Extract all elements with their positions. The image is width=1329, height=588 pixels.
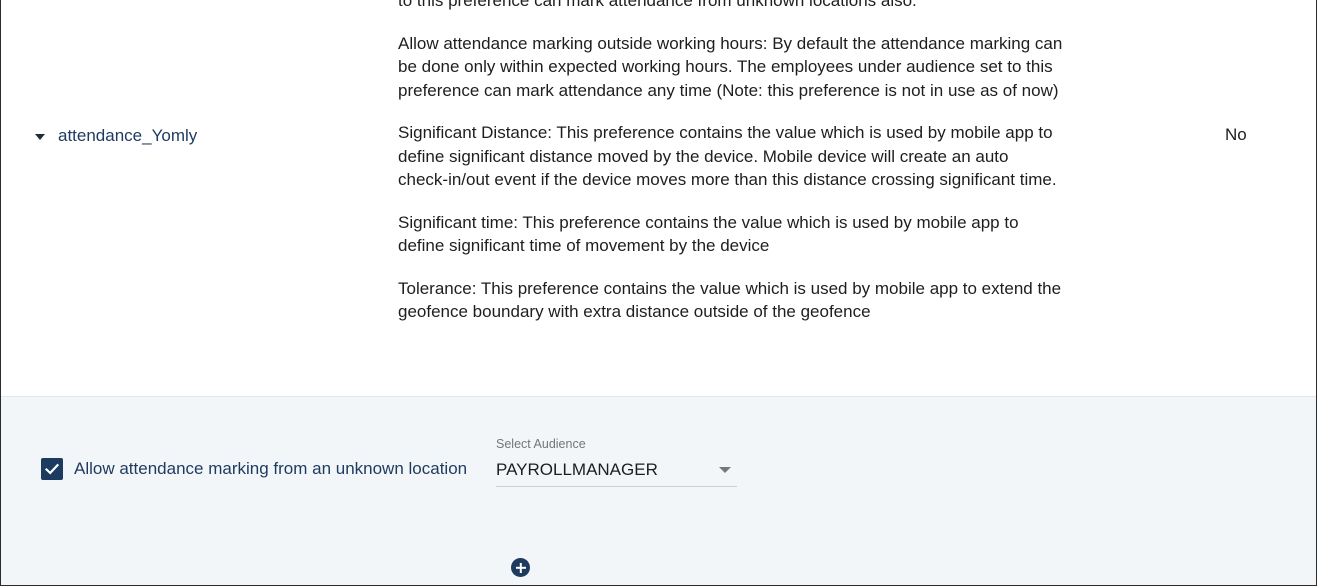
preference-description: to this preference can mark attendance f… <box>398 0 1063 343</box>
checkmark-icon <box>44 463 60 475</box>
unknown-location-checkbox[interactable]: Allow attendance marking from an unknown… <box>41 458 467 480</box>
preference-name: attendance_Yomly <box>58 126 198 145</box>
preference-settings-panel: Allow attendance marking from an unknown… <box>1 397 1316 585</box>
add-circle-icon[interactable] <box>511 558 530 577</box>
checkbox-label: Allow attendance marking from an unknown… <box>74 459 468 478</box>
description-paragraph: Significant Distance: This preference co… <box>398 123 1057 189</box>
dropdown-arrow-icon[interactable] <box>719 467 731 473</box>
audience-selected-value: PAYROLLMANAGER <box>496 460 658 479</box>
preference-value: No <box>1225 125 1247 144</box>
description-paragraph: Tolerance: This preference contains the … <box>398 278 1062 322</box>
audience-select-caption: Select Audience <box>496 437 586 451</box>
audience-select[interactable]: Select Audience PAYROLLMANAGER <box>496 437 737 487</box>
checkbox-box[interactable] <box>41 458 63 480</box>
description-paragraph: Significant time: This preference contai… <box>398 212 1019 256</box>
caret-down-icon <box>35 133 45 140</box>
preferences-panel: attendance_Yomly to this preference can … <box>0 0 1317 586</box>
description-paragraph: Allow attendance marking outside working… <box>398 33 1063 100</box>
preference-expand-toggle[interactable]: attendance_Yomly <box>35 126 197 146</box>
audience-select-field[interactable]: PAYROLLMANAGER <box>496 458 737 487</box>
description-paragraph: to this preference can mark attendance f… <box>398 0 917 10</box>
preference-row: attendance_Yomly to this preference can … <box>1 0 1316 397</box>
